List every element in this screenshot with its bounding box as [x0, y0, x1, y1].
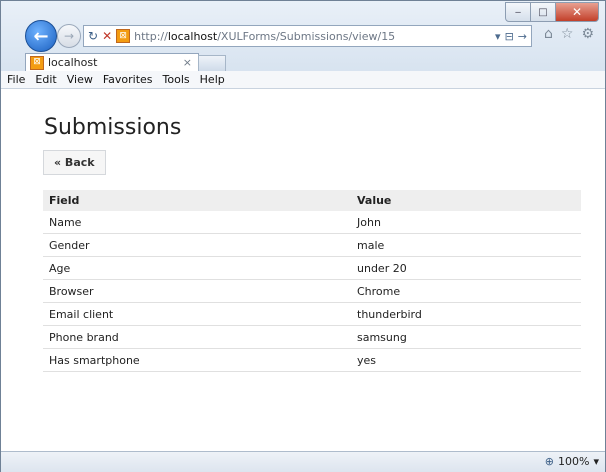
- field-cell: Has smartphone: [43, 348, 351, 372]
- tab-close-icon[interactable]: ×: [183, 56, 192, 69]
- table-row: Gender male: [43, 233, 581, 257]
- value-cell: thunderbird: [351, 302, 581, 326]
- star-icon[interactable]: ☆: [561, 26, 574, 42]
- back-link-button[interactable]: « Back: [43, 150, 106, 175]
- table-row: Age under 20: [43, 256, 581, 280]
- new-tab-button[interactable]: [198, 55, 226, 71]
- field-cell: Email client: [43, 302, 351, 326]
- field-cell: Browser: [43, 279, 351, 303]
- compatibility-icon[interactable]: ⊟: [505, 30, 514, 43]
- table-row: Name John: [43, 211, 581, 234]
- zoom-level: 100%: [558, 455, 590, 468]
- page-content: Submissions « Back Field Value Name John…: [1, 89, 605, 451]
- table-header-row: Field Value: [43, 190, 581, 211]
- menu-bar: File Edit View Favorites Tools Help: [1, 71, 605, 89]
- forward-button[interactable]: →: [57, 24, 81, 48]
- minimize-button[interactable]: ‒: [505, 2, 531, 22]
- tab-favicon-icon: ⊠: [30, 55, 44, 70]
- site-favicon-icon: ⊠: [116, 29, 131, 43]
- value-cell: John: [351, 211, 581, 234]
- back-button[interactable]: ←: [25, 20, 57, 52]
- stop-icon[interactable]: ✕: [102, 29, 112, 43]
- window-controls: ‒ □ ✕: [505, 2, 599, 22]
- address-bar[interactable]: ↻ ✕ ⊠ http://localhost/XULForms/Submissi…: [83, 25, 532, 47]
- url-text[interactable]: http://localhost/XULForms/Submissions/vi…: [134, 30, 395, 43]
- go-arrow-icon[interactable]: →: [518, 30, 527, 43]
- maximize-button[interactable]: □: [531, 2, 556, 22]
- url-prefix: http://: [134, 29, 168, 43]
- field-cell: Name: [43, 211, 351, 234]
- menu-edit[interactable]: Edit: [35, 73, 56, 86]
- url-host: localhost: [167, 29, 218, 43]
- value-cell: samsung: [351, 325, 581, 349]
- search-dropdown-icon[interactable]: ▾: [495, 30, 501, 43]
- submission-table: Field Value Name John Gender male Age un…: [43, 190, 581, 372]
- page-title: Submissions: [44, 115, 182, 140]
- field-cell: Gender: [43, 233, 351, 257]
- status-bar: ⊕ 100% ▾: [1, 451, 605, 472]
- browser-chrome: ‒ □ ✕ ← → ↻ ✕ ⊠ http://localhost/XULForm…: [1, 1, 605, 77]
- url-path: /XULForms/Submissions/view/15: [217, 29, 396, 43]
- table-row: Email client thunderbird: [43, 302, 581, 326]
- browser-window: ‒ □ ✕ ← → ↻ ✕ ⊠ http://localhost/XULForm…: [0, 0, 606, 472]
- address-actions: ▾ ⊟ →: [495, 30, 527, 43]
- table-row: Browser Chrome: [43, 279, 581, 303]
- close-button[interactable]: ✕: [556, 2, 599, 22]
- table-row: Has smartphone yes: [43, 348, 581, 372]
- home-icon[interactable]: ⌂: [544, 26, 553, 42]
- browser-tools: ⌂ ☆ ⚙: [544, 26, 594, 42]
- menu-favorites[interactable]: Favorites: [103, 73, 153, 86]
- zoom-dropdown-icon[interactable]: ▾: [593, 455, 599, 468]
- value-cell: under 20: [351, 256, 581, 280]
- menu-help[interactable]: Help: [200, 73, 225, 86]
- value-cell: yes: [351, 348, 581, 372]
- column-header-field: Field: [43, 190, 351, 211]
- value-cell: male: [351, 233, 581, 257]
- table-row: Phone brand samsung: [43, 325, 581, 349]
- menu-tools[interactable]: Tools: [163, 73, 190, 86]
- zoom-control[interactable]: ⊕ 100% ▾: [545, 455, 599, 468]
- refresh-icon[interactable]: ↻: [88, 29, 98, 43]
- field-cell: Age: [43, 256, 351, 280]
- column-header-value: Value: [351, 190, 581, 211]
- menu-file[interactable]: File: [7, 73, 25, 86]
- value-cell: Chrome: [351, 279, 581, 303]
- tab-localhost[interactable]: ⊠ localhost ×: [25, 53, 199, 71]
- zoom-icon: ⊕: [544, 455, 555, 468]
- field-cell: Phone brand: [43, 325, 351, 349]
- menu-view[interactable]: View: [67, 73, 93, 86]
- tab-title: localhost: [48, 56, 98, 69]
- gear-icon[interactable]: ⚙: [581, 26, 594, 42]
